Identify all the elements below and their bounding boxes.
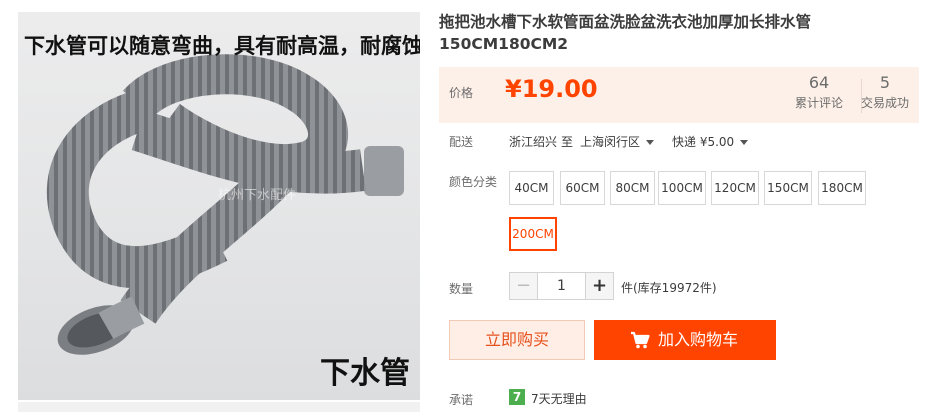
shipping-method-select[interactable]: 快递 ¥5.00 bbox=[672, 133, 749, 150]
image-watermark: 杭州下水配件 bbox=[218, 188, 297, 203]
seven-day-return-icon: 7 bbox=[509, 389, 525, 405]
quantity-label: 数量 bbox=[449, 282, 474, 296]
shipping-method: 快递 ¥5.00 bbox=[672, 135, 735, 149]
promise-label: 承诺 bbox=[449, 393, 474, 407]
deals-stat: 5 交易成功 bbox=[859, 73, 911, 113]
product-title: 拖把池水槽下水软管面盆洗脸盆洗衣池加厚加长排水管150CM180CM2 bbox=[439, 13, 812, 53]
shipping-from: 浙江绍兴 bbox=[509, 135, 558, 149]
quantity-increment-button[interactable]: + bbox=[585, 272, 614, 300]
stock-info: 件(库存19972件) bbox=[621, 281, 717, 295]
chevron-down-icon bbox=[646, 140, 655, 145]
price-value: ¥19.00 bbox=[505, 75, 598, 103]
chevron-down-icon bbox=[740, 140, 749, 145]
cart-icon bbox=[631, 331, 650, 349]
quantity-decrement-button[interactable]: − bbox=[509, 272, 538, 300]
shipping-label: 配送 bbox=[449, 135, 474, 149]
product-image: 下水管可以随意弯曲，具有耐高温，耐腐蚀，抗老化等优点 杭州下水配件 下水管 bbox=[18, 12, 420, 400]
image-caption-top: 下水管可以随意弯曲，具有耐高温，耐腐蚀，抗老化等优点 bbox=[24, 33, 420, 58]
sku-option-150cm[interactable]: 150CM bbox=[764, 171, 812, 205]
sku-option-120cm[interactable]: 120CM bbox=[711, 171, 759, 205]
reviews-count: 64 bbox=[808, 73, 830, 92]
sku-option-200cm-selected[interactable]: 200CM bbox=[509, 217, 557, 251]
drain-hose-illustration bbox=[46, 54, 404, 355]
promise-text[interactable]: 7天无理由 bbox=[531, 390, 587, 407]
add-to-cart-label: 加入购物车 bbox=[658, 330, 739, 349]
deals-count: 5 bbox=[879, 73, 891, 92]
image-shadow bbox=[18, 402, 420, 412]
buy-now-button[interactable]: 立即购买 bbox=[449, 320, 585, 360]
shipping-destination-select[interactable]: 上海闵行区 bbox=[580, 133, 655, 150]
sku-option-40cm[interactable]: 40CM bbox=[509, 171, 554, 205]
price-label: 价格 bbox=[449, 86, 474, 100]
price-panel: 价格 ¥19.00 64 累计评论 5 交易成功 bbox=[439, 67, 919, 123]
sku-option-60cm[interactable]: 60CM bbox=[560, 171, 605, 205]
shipping-destination: 上海闵行区 bbox=[580, 135, 641, 149]
reviews-label: 累计评论 bbox=[794, 96, 843, 110]
sku-option-80cm[interactable]: 80CM bbox=[610, 171, 655, 205]
add-to-cart-button[interactable]: 加入购物车 bbox=[594, 320, 776, 360]
sku-option-180cm[interactable]: 180CM bbox=[818, 171, 866, 205]
sku-label: 颜色分类 bbox=[449, 175, 498, 189]
sku-option-100cm[interactable]: 100CM bbox=[658, 171, 706, 205]
deals-label: 交易成功 bbox=[860, 96, 909, 110]
quantity-input[interactable]: 1 bbox=[537, 272, 586, 300]
reviews-stat[interactable]: 64 累计评论 bbox=[779, 73, 859, 113]
image-caption-bottom: 下水管 bbox=[320, 356, 410, 391]
shipping-to-prefix: 至 bbox=[561, 135, 574, 149]
